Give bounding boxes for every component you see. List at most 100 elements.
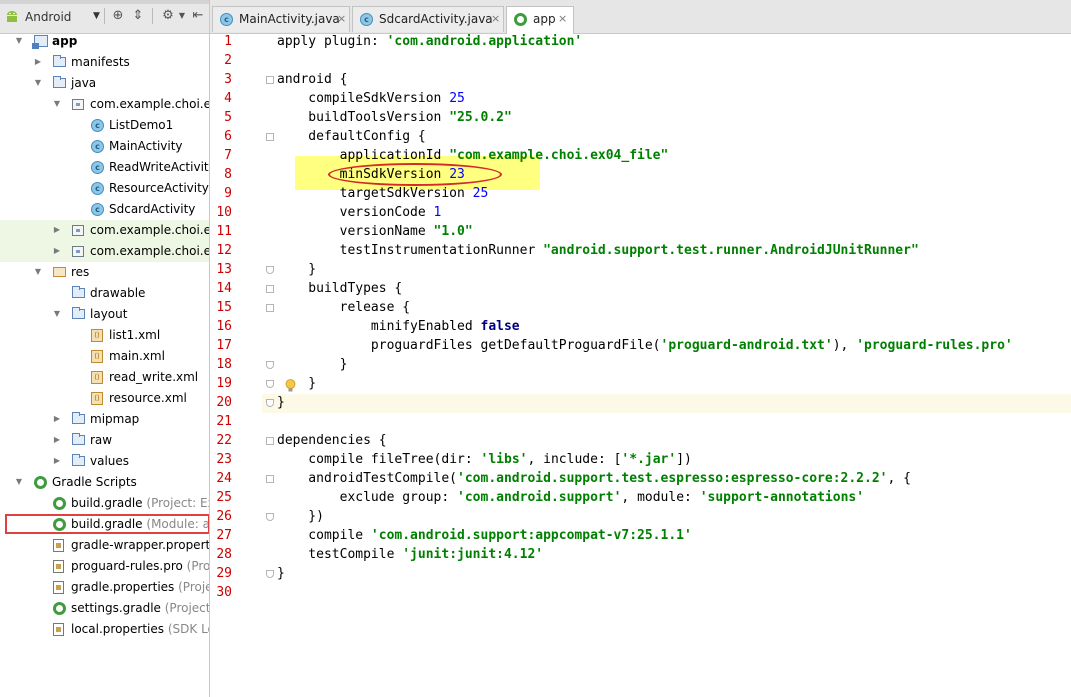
tree-item-label: MainActivity (109, 139, 183, 153)
tree-item[interactable]: ⟨⟩ list1.xml (0, 325, 209, 346)
code-token: defaultConfig { (277, 129, 426, 144)
tree-item-name: build.gradle (71, 496, 143, 510)
tree-item[interactable]: ▼ layout (0, 304, 209, 325)
caret-line-highlight (262, 394, 1071, 413)
fold-end-marker[interactable] (266, 570, 274, 578)
tree-item[interactable]: settings.gradle (Project Settin (0, 598, 209, 619)
tree-item[interactable]: ▼ java (0, 73, 209, 94)
tree-item-label: SdcardActivity (109, 202, 195, 216)
folder-icon (53, 55, 66, 67)
tree-item[interactable]: ▶ com.example.choi.ex04_f (0, 241, 209, 262)
tree-item[interactable]: proguard-rules.pro (ProGuard (0, 556, 209, 577)
tree-item[interactable]: c ResourceActivity (0, 178, 209, 199)
code-token: 25 (449, 91, 465, 106)
expanded-arrow-icon[interactable]: ▼ (14, 477, 24, 487)
xml-icon: ⟨⟩ (91, 350, 103, 363)
tab-main-activity[interactable]: c MainActivity.java × (212, 6, 350, 32)
tree-item[interactable]: ⟨⟩ main.xml (0, 346, 209, 367)
code-token: versionCode (277, 205, 434, 220)
expanded-arrow-icon[interactable]: ▼ (33, 78, 43, 88)
tree-item[interactable]: c SdcardActivity (0, 199, 209, 220)
line-number: 8 (224, 167, 232, 182)
expanded-arrow-icon[interactable]: ▼ (14, 36, 24, 46)
tree-item[interactable]: ▼ res (0, 262, 209, 283)
collapsed-arrow-icon[interactable]: ▶ (52, 414, 62, 424)
fold-start-marker[interactable] (266, 437, 274, 445)
close-icon[interactable]: × (337, 12, 346, 25)
collapsed-arrow-icon[interactable]: ▶ (52, 435, 62, 445)
tree-item[interactable]: ▶ raw (0, 430, 209, 451)
tree-item[interactable]: local.properties (SDK Location (0, 619, 209, 640)
class-icon: c (91, 119, 104, 132)
expanded-arrow-icon[interactable]: ▼ (52, 99, 62, 109)
tree-item[interactable]: ▶ values (0, 451, 209, 472)
tree-item-name: java (71, 76, 97, 90)
fold-end-marker[interactable] (266, 361, 274, 369)
collapse-icon[interactable]: ⇕ (130, 8, 146, 24)
class-icon: c (91, 182, 104, 195)
chevron-down-icon[interactable]: ▼ (174, 8, 190, 24)
fold-start-marker[interactable] (266, 133, 274, 141)
tree-item-name: ResourceActivity (109, 181, 209, 195)
tree-item[interactable]: c ReadWriteActivity (0, 157, 209, 178)
code-line: }) (277, 507, 324, 526)
tree-item[interactable]: c MainActivity (0, 136, 209, 157)
fold-start-marker[interactable] (266, 304, 274, 312)
tree-item[interactable]: c ListDemo1 (0, 115, 209, 136)
code-line: androidTestCompile('com.android.support.… (277, 469, 911, 488)
fold-end-marker[interactable] (266, 399, 274, 407)
properties-icon (53, 581, 64, 594)
tree-item-name: read_write.xml (109, 370, 199, 384)
collapsed-arrow-icon[interactable]: ▶ (33, 57, 43, 67)
class-icon: c (360, 13, 373, 26)
tree-item[interactable]: ▼ Gradle Scripts (0, 472, 209, 493)
code-line: buildTypes { (277, 279, 402, 298)
tree-item[interactable]: drawable (0, 283, 209, 304)
tree-item-name: gradle-wrapper.properties (71, 538, 210, 552)
tree-item-label: ReadWriteActivity (109, 160, 209, 174)
fold-start-marker[interactable] (266, 475, 274, 483)
line-number: 6 (224, 129, 232, 144)
folder-icon (72, 454, 85, 466)
tree-item[interactable]: ⟨⟩ resource.xml (0, 388, 209, 409)
tree-item[interactable]: build.gradle (Project: Ex04_fil (0, 493, 209, 514)
collapsed-arrow-icon[interactable]: ▶ (52, 225, 62, 235)
collapsed-arrow-icon[interactable]: ▶ (52, 246, 62, 256)
project-view-selector[interactable]: Android ▼ (5, 8, 101, 26)
tree-item[interactable]: ▶ mipmap (0, 409, 209, 430)
code-token: androidTestCompile( (277, 471, 458, 486)
expanded-arrow-icon[interactable]: ▼ (52, 309, 62, 319)
tree-item[interactable]: gradle.properties (Project Pro (0, 577, 209, 598)
fold-end-marker[interactable] (266, 266, 274, 274)
lightbulb-icon[interactable] (285, 379, 296, 393)
close-icon[interactable]: × (491, 12, 500, 25)
tree-item[interactable]: ▶ com.example.choi.ex04_f (0, 220, 209, 241)
fold-end-marker[interactable] (266, 513, 274, 521)
target-icon[interactable]: ⊕ (110, 8, 126, 24)
close-icon[interactable]: × (558, 12, 567, 25)
tree-item[interactable]: ▼ com.example.choi.ex04_f (0, 94, 209, 115)
fold-start-marker[interactable] (266, 285, 274, 293)
collapsed-arrow-icon[interactable]: ▶ (52, 456, 62, 466)
tree-item[interactable]: gradle-wrapper.properties (Gr (0, 535, 209, 556)
tree-item-label: ListDemo1 (109, 118, 173, 132)
line-number: 24 (216, 471, 232, 486)
tab-sdcard-activity[interactable]: c SdcardActivity.java × (352, 6, 504, 32)
tab-app-gradle[interactable]: app × (506, 6, 574, 34)
fold-start-marker[interactable] (266, 76, 274, 84)
tree-item[interactable]: ⟨⟩ read_write.xml (0, 367, 209, 388)
code-line: minifyEnabled false (277, 317, 520, 336)
tree-item[interactable]: ▼ app (0, 31, 209, 52)
tree-item[interactable]: ▶ manifests (0, 52, 209, 73)
gradle-icon (53, 497, 66, 510)
code-editor[interactable]: 1 2 3 4 5 6 7 8 9 10 11 12 13 14 15 16 17 18 19 20 21 22 23 24 2… (210, 34, 1071, 697)
code-token: 'libs' (480, 452, 528, 467)
fold-end-marker[interactable] (266, 380, 274, 388)
tree-item-label: res (71, 265, 89, 279)
tree-item-label: proguard-rules.pro (ProGuard (71, 559, 209, 573)
class-icon: c (91, 161, 104, 174)
hide-panel-icon[interactable]: ⇤ (190, 8, 206, 24)
tree-item-hint: (Project: Ex04_fil (146, 496, 209, 510)
expanded-arrow-icon[interactable]: ▼ (33, 267, 43, 277)
folder-icon (53, 76, 66, 88)
